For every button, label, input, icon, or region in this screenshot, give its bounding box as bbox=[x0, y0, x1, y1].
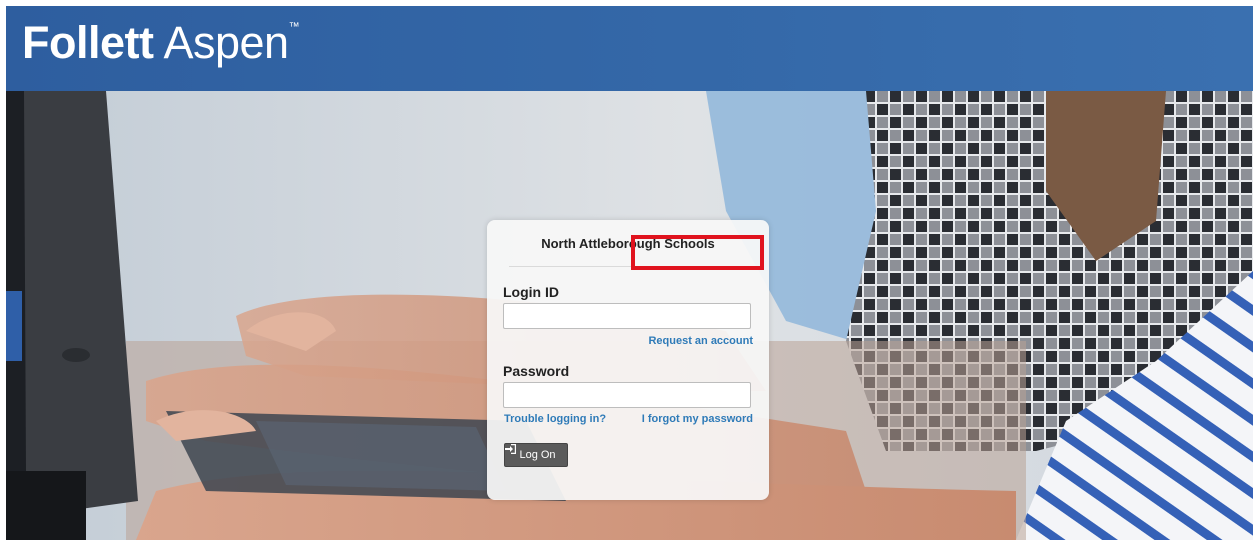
app-header: Follett Aspen™ bbox=[6, 6, 1253, 91]
background-photo: North Attleborough Schools Login ID Requ… bbox=[6, 91, 1253, 540]
logo-brand-regular: Aspen bbox=[163, 17, 289, 68]
page-frame: Follett Aspen™ North Attleborough School… bbox=[6, 6, 1253, 540]
logo-trademark: ™ bbox=[288, 21, 300, 33]
login-id-label: Login ID bbox=[503, 284, 559, 300]
trouble-logging-in-link[interactable]: Trouble logging in? bbox=[504, 413, 606, 425]
request-account-highlight-box bbox=[631, 235, 764, 270]
logo-brand-bold: Follett bbox=[22, 17, 154, 68]
forgot-password-link[interactable]: I forgot my password bbox=[642, 413, 753, 425]
log-on-label: Log On bbox=[519, 449, 556, 461]
request-account-link[interactable]: Request an account bbox=[648, 335, 753, 347]
password-label: Password bbox=[503, 363, 570, 379]
follett-aspen-logo: Follett Aspen™ bbox=[22, 17, 300, 68]
password-input[interactable] bbox=[503, 382, 751, 408]
log-on-button[interactable]: Log On bbox=[504, 443, 568, 467]
login-id-input[interactable] bbox=[503, 303, 751, 329]
